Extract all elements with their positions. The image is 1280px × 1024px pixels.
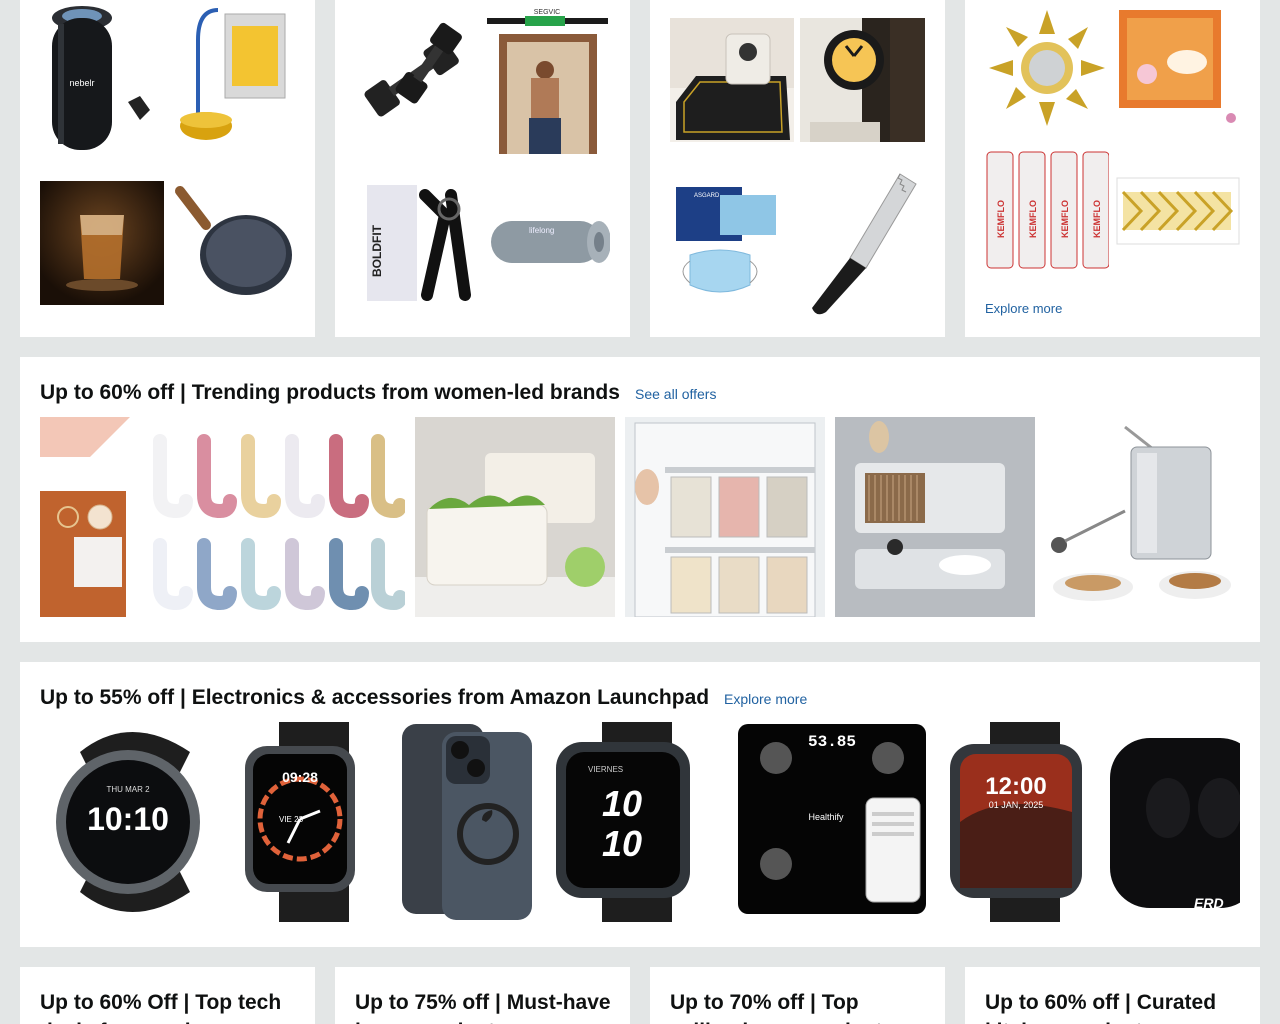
square-smartwatch-icon[interactable]: 12:00 01 JAN, 2025 [946,722,1106,922]
face-mask-icon[interactable]: ASGARD [670,181,794,305]
explore-more-link[interactable]: Explore more [724,691,807,707]
svg-text:10: 10 [602,823,642,864]
dumbbells-icon[interactable] [355,0,479,160]
square-smartwatch-icon[interactable]: 10 10 VIERNES [548,722,718,922]
smart-scale-icon[interactable]: 53.85 Healthify [726,722,938,922]
fridge-containers-icon[interactable] [625,417,825,617]
svg-text:KEMFLO: KEMFLO [996,200,1006,238]
water-filter-icon[interactable]: KEMFLO KEMFLO KEMFLO KEMFLO [985,148,1109,272]
card-kitchen[interactable]: Up to 60% off | Curated kitchen products [965,967,1260,1024]
sprout-tray-icon[interactable] [415,417,615,617]
svg-text:ERD: ERD [1194,895,1224,911]
crinkle-cutter-icon[interactable] [800,166,925,316]
svg-text:THU MAR 2: THU MAR 2 [106,785,150,794]
frying-pan-icon[interactable] [170,181,295,305]
section-title: Up to 55% off | Electronics & accessorie… [40,686,710,709]
card-fitness[interactable]: SEGVIC BOLDFIT lifelong [335,0,630,337]
launchpad-section: Up to 55% off | Electronics & accessorie… [20,662,1260,947]
svg-text:lifelong: lifelong [529,226,554,235]
section-title: Up to 60% off | Trending products from w… [40,381,620,404]
card-decor[interactable]: KEMFLO KEMFLO KEMFLO KEMFLO Explore more [965,0,1260,337]
oil-can-pump-icon[interactable] [170,0,295,160]
svg-text:KEMFLO: KEMFLO [1060,200,1070,238]
svg-text:Healthify: Healthify [808,812,844,822]
car-air-purifier-icon[interactable]: nebelr [40,0,164,160]
card-title: Up to 60% Off | Top tech deals for your … [40,991,282,1024]
wall-lamp-icon[interactable] [800,18,925,142]
yoga-mat-icon[interactable]: lifelong [485,181,610,305]
gift-box-icon[interactable] [1115,6,1240,130]
svg-text:ASGARD: ASGARD [694,193,720,199]
earbuds-case-icon[interactable]: ERD [1108,722,1240,922]
leather-desk-mat-icon[interactable] [40,417,130,617]
svg-text:KEMFLO: KEMFLO [1092,200,1102,238]
square-smartwatch-icon[interactable]: 09:28 VIE 23 [235,722,385,922]
card-gadgets[interactable]: nebelr [20,0,315,337]
wall-organizer-icon[interactable] [835,417,1035,617]
svg-text:10: 10 [602,783,642,824]
svg-text:01 JAN, 2025: 01 JAN, 2025 [989,800,1044,810]
card-title: Up to 60% off | Curated kitchen products [985,991,1217,1024]
card-home-products[interactable]: Up to 75% off | Must-have home products [335,967,630,1024]
explore-more-link[interactable]: Explore more [985,301,1062,316]
round-smartwatch-icon[interactable]: 10:10 THU MAR 2 [40,722,230,922]
card-top-selling[interactable]: Up to 70% off | Top selling home product… [650,967,945,1024]
hand-grip-icon[interactable]: BOLDFIT [355,181,479,305]
card-title: Up to 70% off | Top selling home product… [670,991,894,1024]
svg-text:10:10: 10:10 [87,801,169,837]
coffee-mat-icon[interactable] [670,18,794,142]
svg-text:SEGVIC: SEGVIC [534,9,560,16]
phone-case-icon[interactable] [398,722,534,922]
pull-up-bar-icon[interactable]: SEGVIC [485,0,610,160]
wall-hooks-icon[interactable] [140,417,405,617]
french-press-icon[interactable] [1045,417,1240,617]
card-home[interactable]: ASGARD [650,0,945,337]
whiskey-glass-icon[interactable] [40,181,164,305]
svg-text:12:00: 12:00 [985,773,1046,800]
sun-mirror-icon[interactable] [985,6,1109,130]
border-sticker-icon[interactable] [1115,148,1240,272]
svg-text:VIERNES: VIERNES [588,765,623,774]
see-all-offers-link[interactable]: See all offers [635,386,716,402]
svg-text:KEMFLO: KEMFLO [1028,200,1038,238]
svg-text:nebelr: nebelr [69,78,94,88]
card-tech-deals[interactable]: Up to 60% Off | Top tech deals for your … [20,967,315,1024]
svg-text:53.85: 53.85 [808,733,856,751]
svg-text:09:28: 09:28 [282,769,318,785]
svg-text:BOLDFIT: BOLDFIT [370,224,384,277]
card-title: Up to 75% off | Must-have home products [355,991,611,1024]
women-brands-section: Up to 60% off | Trending products from w… [20,357,1260,642]
